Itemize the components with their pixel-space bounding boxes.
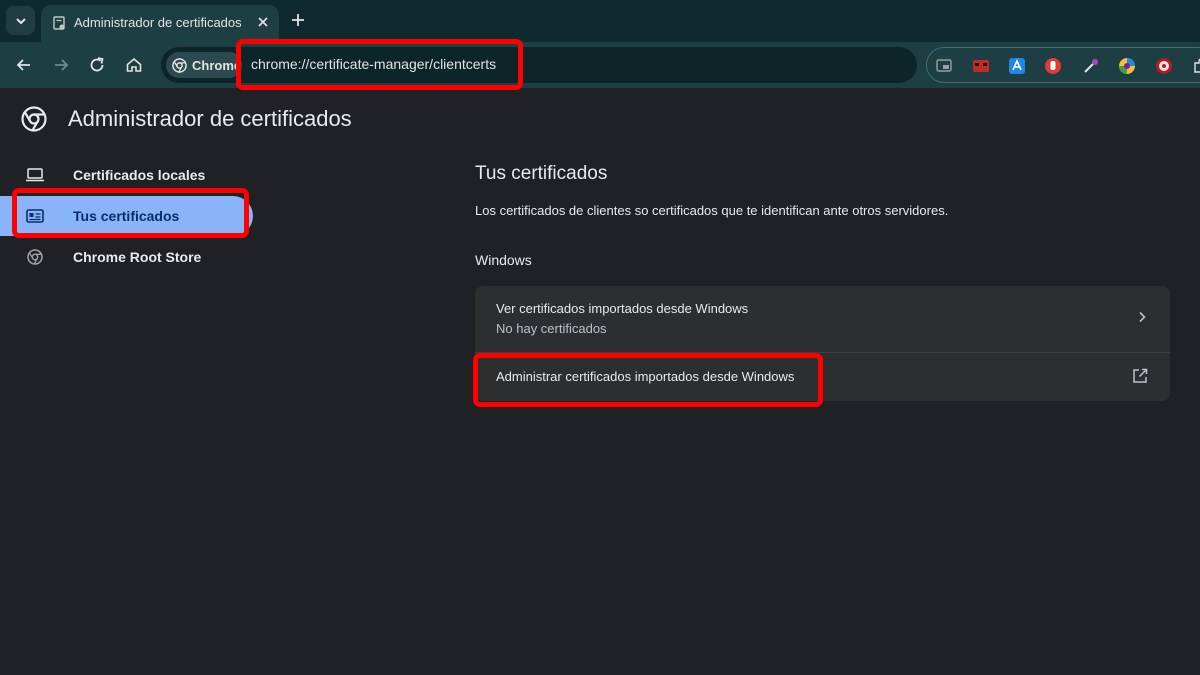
chevron-right-icon	[1139, 311, 1146, 323]
eyedropper-icon[interactable]	[1082, 57, 1100, 75]
picture-in-picture-icon[interactable]	[935, 57, 953, 75]
row-subtitle: No hay certificados	[496, 321, 607, 336]
chrome-icon	[172, 57, 187, 73]
row-title: Ver certificados importados desde Window…	[496, 301, 749, 316]
certificate-icon	[53, 16, 65, 30]
sidebar-item-chrome-root-store[interactable]: Chrome Root Store	[0, 237, 253, 277]
tab-search-button[interactable]	[6, 6, 35, 35]
sidebar-item-label: Certificados locales	[73, 167, 206, 183]
group-title-windows: Windows	[475, 252, 532, 268]
url-highlight-box	[236, 39, 523, 90]
home-icon[interactable]	[124, 55, 144, 75]
section-description: Los certificados de clientes so certific…	[475, 203, 949, 218]
extensions-bar	[926, 47, 1200, 83]
sidebar-highlight-box	[12, 188, 249, 238]
tab-title: Administrador de certificados	[74, 15, 242, 30]
extension-red-hand-icon[interactable]	[1044, 57, 1062, 75]
chrome-logo-icon	[21, 106, 47, 132]
browser-toolbar: Chrome chrome://certificate-manager/clie…	[0, 42, 1200, 88]
section-title: Tus certificados	[475, 163, 608, 184]
extension-shield-icon[interactable]	[1155, 57, 1173, 75]
reload-icon[interactable]	[87, 55, 107, 75]
tab-strip: Administrador de certificados	[0, 0, 1200, 42]
laptop-icon	[26, 168, 44, 182]
certificate-manager-page: Administrador de certificados Certificad…	[0, 88, 1200, 675]
forward-arrow-icon[interactable]	[51, 55, 71, 75]
extension-colorful-circle-icon[interactable]	[1118, 57, 1136, 75]
manage-row-highlight-box	[473, 353, 823, 407]
chip-label: Chrome	[192, 57, 242, 73]
active-tab[interactable]: Administrador de certificados	[41, 5, 279, 42]
page-title: Administrador de certificados	[68, 106, 352, 131]
sidebar-item-label: Chrome Root Store	[73, 249, 202, 265]
extension-blue-a-icon[interactable]	[1008, 57, 1026, 75]
chevron-down-icon	[15, 17, 26, 24]
extension-red-face-icon[interactable]	[972, 57, 990, 75]
external-link-icon	[1133, 368, 1148, 383]
close-icon[interactable]	[256, 15, 270, 29]
new-tab-icon[interactable]	[289, 11, 307, 29]
extensions-puzzle-icon[interactable]	[1192, 57, 1200, 75]
site-info-chip[interactable]: Chrome	[166, 52, 242, 78]
view-imported-certificates-row[interactable]: Ver certificados importados desde Window…	[475, 286, 1170, 352]
chrome-icon	[27, 249, 43, 265]
back-arrow-icon[interactable]	[14, 55, 34, 75]
